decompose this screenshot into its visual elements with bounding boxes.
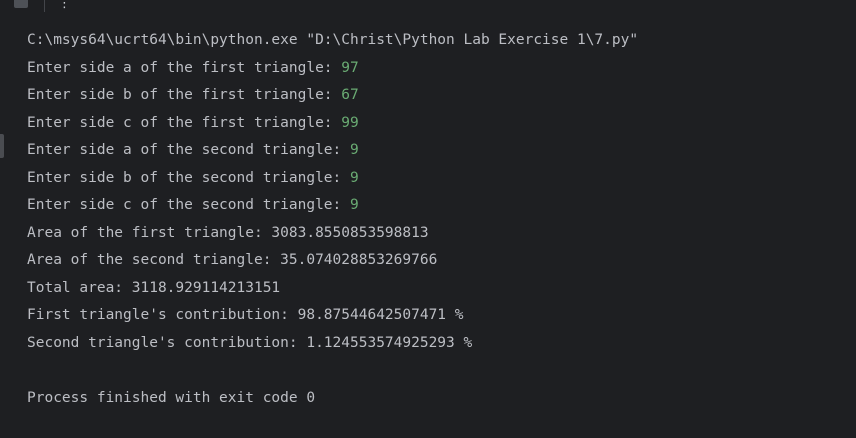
output-line: Total area: 3118.929114213151 — [27, 279, 281, 296]
user-input: 97 — [341, 59, 359, 76]
gutter-marker — [0, 134, 4, 158]
console-output[interactable]: C:\msys64\ucrt64\bin\python.exe "D:\Chri… — [27, 27, 856, 412]
prompt-text: Enter side c of the first triangle: — [27, 114, 342, 131]
output-line: Area of the second triangle: 35.07402885… — [27, 252, 438, 268]
prompt-text: Enter side b of the first triangle: — [27, 87, 342, 103]
exit-message: Process finished with exit code 0 — [27, 389, 316, 406]
toolbar-divider — [44, 0, 45, 12]
prompt-text: Enter side a of the first triangle: — [27, 59, 342, 76]
prompt-line: Enter side c of the first triangle: 99 — [27, 110, 856, 138]
prompt-line: Enter side b of the second triangle: 9 — [27, 165, 856, 193]
prompt-line: Enter side a of the second triangle: 9 — [27, 137, 856, 165]
more-vertical-icon[interactable]: ⋮ — [58, 0, 71, 12]
prompt-line: Enter side b of the first triangle: 67 — [27, 82, 856, 110]
prompt-line: Enter side a of the first triangle: 97 — [27, 55, 856, 83]
command-line: C:\msys64\ucrt64\bin\python.exe "D:\Chri… — [27, 32, 639, 48]
prompt-text: Enter side c of the second triangle: — [27, 197, 351, 213]
console-toolbar: ⋮ — [0, 0, 856, 14]
stop-icon[interactable] — [14, 0, 28, 8]
output-line: First triangle's contribution: 98.875446… — [27, 307, 464, 323]
output-line: Area of the first triangle: 3083.8550853… — [27, 224, 429, 241]
user-input: 9 — [350, 142, 359, 158]
user-input: 67 — [341, 87, 359, 103]
user-input: 9 — [350, 197, 359, 213]
output-line: Second triangle's contribution: 1.124553… — [27, 334, 473, 351]
prompt-line: Enter side c of the second triangle: 9 — [27, 192, 856, 220]
user-input: 9 — [350, 169, 359, 186]
user-input: 99 — [341, 114, 359, 131]
prompt-text: Enter side a of the second triangle: — [27, 142, 351, 158]
prompt-text: Enter side b of the second triangle: — [27, 169, 351, 186]
